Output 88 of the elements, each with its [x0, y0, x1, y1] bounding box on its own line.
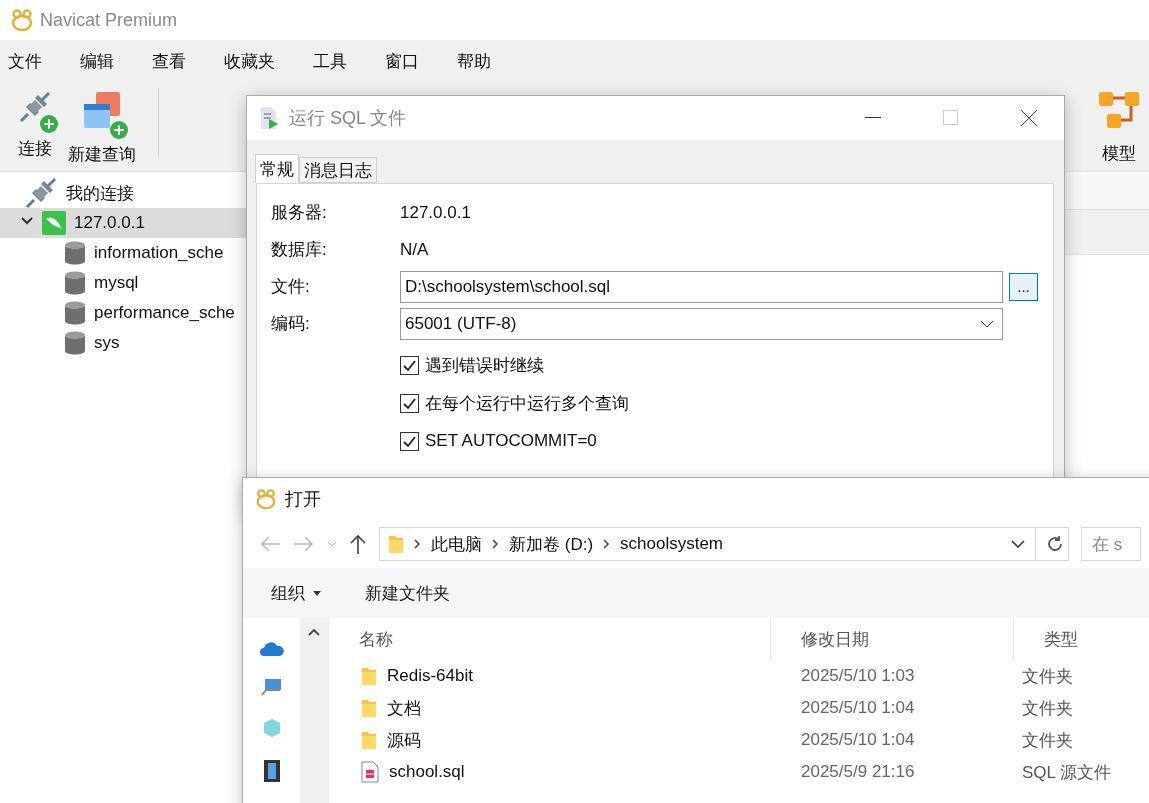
plus-icon — [40, 115, 58, 133]
encoding-select[interactable]: 65001 (UTF-8) — [400, 307, 1003, 340]
connection-row[interactable]: 127.0.0.1 — [0, 208, 246, 238]
field-label: 编码: — [271, 313, 311, 335]
modified-date: 2025/5/9 21:16 — [801, 762, 915, 781]
database-icon — [64, 301, 86, 325]
browse-button[interactable]: ... — [1009, 272, 1038, 301]
folder-icon — [388, 534, 404, 554]
app-logo-icon — [255, 488, 277, 510]
database-icon — [64, 271, 86, 295]
modified-date: 2025/5/10 1:03 — [801, 666, 915, 685]
tree-root-label: 我的连接 — [66, 182, 134, 205]
table-icon — [82, 90, 122, 130]
folder-icon — [361, 698, 377, 718]
menu-item[interactable]: 编辑 — [80, 49, 114, 73]
database-icon — [64, 241, 86, 265]
field-value: N/A — [400, 239, 429, 260]
field-label: 数据库: — [271, 239, 328, 261]
database-label[interactable]: sys — [94, 333, 120, 353]
breadcrumb[interactable]: 此电脑 — [431, 532, 482, 556]
modified-date: 2025/5/10 1:04 — [801, 730, 915, 749]
database-label[interactable]: performance_sche — [94, 303, 235, 323]
menu-item[interactable]: 工具 — [313, 49, 347, 73]
database-label[interactable]: information_sche — [94, 243, 224, 263]
menu-item[interactable]: 文件 — [8, 49, 42, 73]
column-header[interactable]: 修改日期 — [771, 618, 1014, 660]
database-label[interactable]: mysql — [94, 273, 139, 293]
option-label[interactable]: 遇到错误时继续 — [425, 353, 544, 377]
dialog-title: 运行 SQL 文件 — [289, 107, 408, 130]
column-header[interactable]: 类型 — [1014, 618, 1149, 660]
file-type: 文件夹 — [1022, 730, 1073, 750]
computer-icon[interactable] — [260, 678, 283, 696]
modified-date: 2025/5/10 1:04 — [801, 698, 915, 717]
up-icon[interactable] — [349, 533, 367, 555]
maximize-icon — [943, 110, 959, 126]
database-icon — [64, 331, 86, 355]
file-name[interactable]: 文档 — [387, 696, 421, 720]
column-header[interactable]: 名称 — [329, 618, 771, 660]
file-name[interactable]: 源码 — [387, 728, 421, 752]
file-path-field[interactable]: D:\schoolsystem\school.sql — [400, 270, 1003, 303]
folder-icon — [361, 666, 377, 686]
option-label[interactable]: SET AUTOCOMMIT=0 — [425, 431, 597, 451]
checkbox[interactable] — [400, 393, 419, 413]
caret-icon — [980, 318, 994, 329]
menu-item[interactable]: 窗口 — [385, 49, 419, 73]
toolbar-button[interactable]: 模型 — [1089, 88, 1149, 167]
search-field[interactable]: 在 s — [1081, 527, 1141, 561]
tab[interactable]: 常规 — [255, 154, 299, 183]
file-type: 文件夹 — [1022, 698, 1073, 718]
folder-icon — [361, 730, 377, 750]
address-bar[interactable]: 此电脑 新加卷 (D:) schoolsystem — [379, 527, 1069, 561]
chevron-icon — [492, 539, 499, 549]
toolbar-button[interactable]: 连接 — [10, 88, 60, 162]
connection-label[interactable]: 127.0.0.1 — [74, 213, 145, 233]
chevron-icon — [414, 539, 421, 549]
app-logo-icon — [10, 8, 34, 32]
file-type: SQL 源文件 — [1022, 762, 1112, 782]
refresh-icon[interactable] — [1046, 535, 1064, 553]
chevron-icon — [603, 539, 611, 549]
tab[interactable]: 消息日志 — [299, 157, 377, 183]
field-value: 127.0.0.1 — [400, 202, 471, 223]
menu-item[interactable]: 帮助 — [457, 49, 491, 73]
menu-item[interactable]: 查看 — [152, 49, 186, 73]
cloud-icon[interactable] — [259, 640, 284, 656]
window-title: Navicat Premium — [40, 9, 178, 31]
sql-file-icon — [361, 761, 379, 783]
new-folder-button[interactable]: 新建文件夹 — [365, 581, 450, 605]
caret-icon — [313, 590, 321, 596]
mysql-icon — [42, 211, 66, 235]
close-icon — [1020, 109, 1038, 127]
checkbox[interactable] — [400, 431, 419, 451]
breadcrumb[interactable]: 新加卷 (D:) — [509, 532, 594, 556]
option-label[interactable]: 在每个运行中运行多个查询 — [425, 391, 629, 415]
field-label: 服务器: — [271, 202, 328, 224]
plus-icon — [110, 121, 128, 139]
field-label: 文件: — [271, 276, 311, 298]
toolbar-button[interactable]: 新建查询 — [60, 88, 144, 168]
menu-item[interactable]: 收藏夹 — [224, 49, 275, 73]
file-name[interactable]: Redis-64bit — [387, 666, 473, 686]
file-name[interactable]: school.sql — [389, 762, 465, 782]
caret-icon[interactable] — [1011, 539, 1025, 549]
file-type: 文件夹 — [1022, 666, 1073, 686]
breadcrumb[interactable]: schoolsystem — [620, 534, 724, 554]
checkbox[interactable] — [400, 355, 419, 375]
dialog-title: 打开 — [285, 488, 322, 511]
scroll-up-icon[interactable] — [308, 628, 321, 636]
organize-menu-button[interactable]: 组织 — [271, 581, 321, 605]
minimize-icon — [865, 117, 881, 119]
